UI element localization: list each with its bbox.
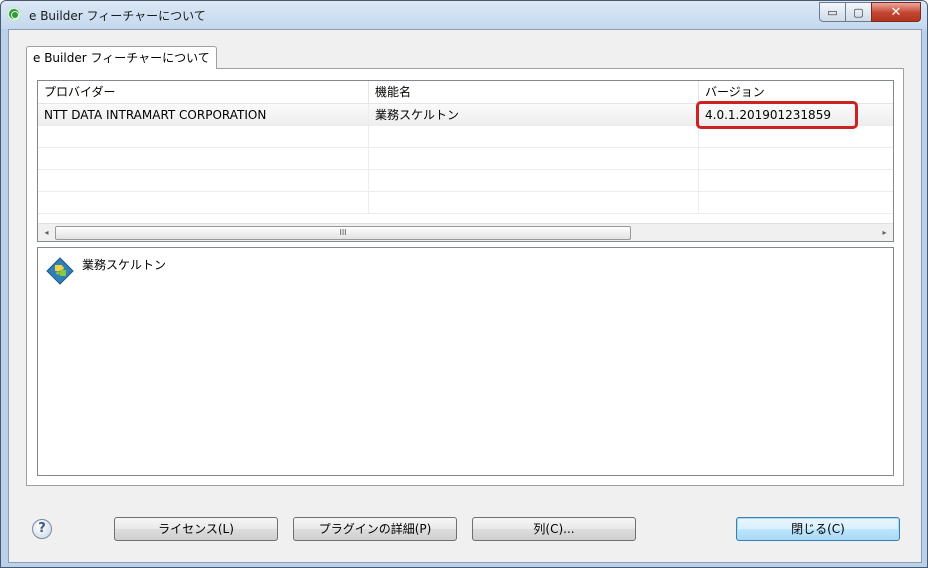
columns-button[interactable]: 列(C)... — [472, 517, 636, 541]
empty-cell — [369, 170, 699, 192]
scrollbar-thumb[interactable]: III — [55, 226, 631, 240]
empty-cell — [369, 148, 699, 170]
empty-cell — [38, 126, 369, 148]
minimize-button[interactable]: ▭ — [819, 2, 846, 22]
scroll-right-arrow-icon[interactable]: ▸ — [876, 224, 893, 241]
title-bar[interactable]: e Builder フィーチャーについて ▭ ▢ ✕ — [1, 1, 927, 29]
empty-cell — [38, 148, 369, 170]
table-row-empty — [38, 126, 893, 148]
empty-cell — [38, 170, 369, 192]
cell-feature-name: 業務スケルトン — [369, 104, 699, 126]
feature-name-label: 業務スケルトン — [82, 258, 167, 272]
table-row-empty — [38, 192, 893, 214]
help-icon[interactable]: ? — [32, 519, 52, 539]
column-header-version[interactable]: バージョン — [699, 81, 893, 103]
license-button[interactable]: ライセンス(L) — [114, 517, 278, 541]
scroll-left-arrow-icon[interactable]: ◂ — [38, 224, 55, 241]
close-window-button[interactable]: ✕ — [871, 2, 921, 22]
maximize-button[interactable]: ▢ — [845, 2, 872, 22]
tab-panel: プロバイダー 機能名 バージョン NTT DATA INTRAMART CORP… — [26, 68, 904, 486]
e-builder-app-icon — [7, 7, 21, 21]
close-button[interactable]: 閉じる(C) — [736, 517, 900, 541]
empty-cell — [699, 170, 893, 192]
puzzle-feature-icon — [46, 257, 74, 285]
table-row-empty — [38, 148, 893, 170]
about-features-window: e Builder フィーチャーについて ▭ ▢ ✕ e Builder フィー… — [0, 0, 928, 568]
empty-cell — [699, 126, 893, 148]
empty-cell — [38, 192, 369, 214]
empty-cell — [369, 192, 699, 214]
empty-cell — [369, 126, 699, 148]
column-header-provider[interactable]: プロバイダー — [38, 81, 369, 103]
plugin-details-button[interactable]: プラグインの詳細(P) — [293, 517, 457, 541]
tab-about-features[interactable]: e Builder フィーチャーについて — [26, 46, 217, 69]
horizontal-scrollbar[interactable]: ◂ III ▸ — [38, 223, 893, 241]
empty-cell — [699, 192, 893, 214]
version-highlight-box — [696, 101, 858, 129]
cell-provider: NTT DATA INTRAMART CORPORATION — [38, 104, 369, 126]
empty-cell — [699, 148, 893, 170]
window-title: e Builder フィーチャーについて — [29, 9, 206, 23]
table-row-empty — [38, 170, 893, 192]
dialog-client-area: e Builder フィーチャーについて プロバイダー 機能名 バージョン NT… — [8, 29, 922, 563]
column-header-feature-name[interactable]: 機能名 — [369, 81, 699, 103]
feature-detail-pane: 業務スケルトン — [37, 247, 894, 476]
features-table[interactable]: プロバイダー 機能名 バージョン NTT DATA INTRAMART CORP… — [37, 80, 894, 242]
